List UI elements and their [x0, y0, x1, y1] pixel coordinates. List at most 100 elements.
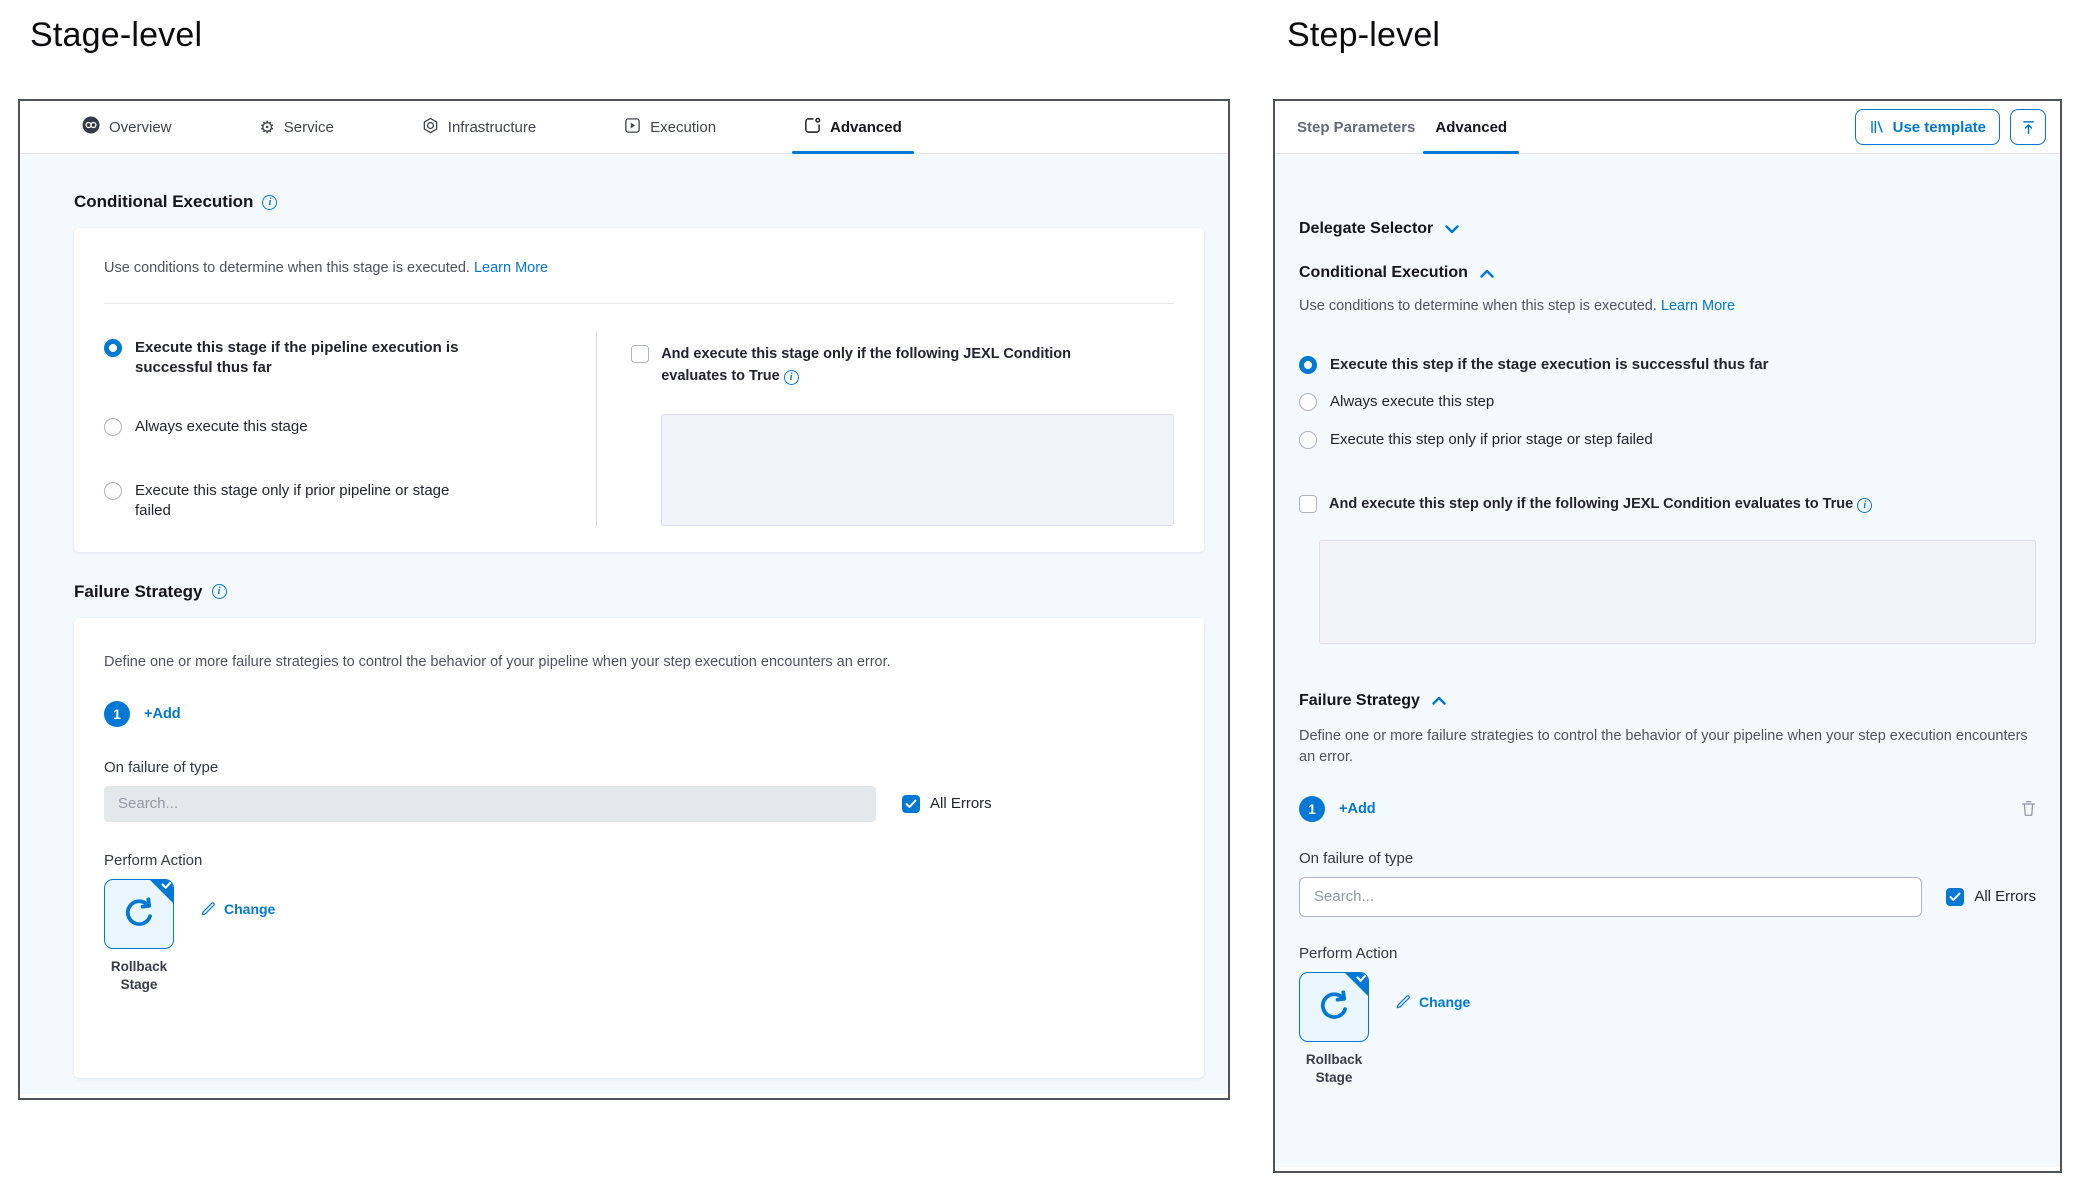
tab-execution[interactable]: Execution: [624, 101, 716, 153]
execution-condition-options: Execute this step if the stage execution…: [1299, 355, 2036, 450]
pencil-icon: [200, 901, 216, 917]
change-action-button[interactable]: Change: [200, 901, 275, 917]
failure-strategy-heading[interactable]: Failure Strategy: [1299, 692, 2036, 710]
tab-advanced[interactable]: Advanced: [804, 101, 902, 153]
description-text: Use conditions to determine when this st…: [1299, 298, 1657, 314]
conditional-execution-heading[interactable]: Conditional Execution: [1299, 264, 2036, 282]
all-errors-option[interactable]: All Errors: [1946, 887, 2036, 906]
on-failure-of-type-label: On failure of type: [104, 759, 1174, 776]
radio-label: Execute this step if the stage execution…: [1330, 355, 1768, 375]
radio-option-prior-failed[interactable]: Execute this step only if prior stage or…: [1299, 430, 2036, 450]
all-errors-checkbox[interactable]: [1946, 888, 1964, 906]
delegate-selector-heading[interactable]: Delegate Selector: [1299, 220, 2036, 238]
radio-option-prior-failed[interactable]: Execute this stage only if prior pipelin…: [104, 481, 596, 522]
failure-strategy-card: Define one or more failure strategies to…: [74, 618, 1204, 1078]
use-template-label: Use template: [1893, 119, 1986, 136]
tab-infrastructure[interactable]: Infrastructure: [422, 101, 536, 153]
failure-strategy-heading: Failure Strategy i: [74, 582, 1204, 602]
radio-icon: [1299, 356, 1317, 374]
info-icon[interactable]: i: [262, 195, 277, 210]
add-strategy-button[interactable]: +Add: [144, 706, 181, 722]
jexl-condition-input[interactable]: [661, 414, 1174, 526]
learn-more-link[interactable]: Learn More: [474, 260, 548, 276]
rollback-stage-action-card[interactable]: [1299, 972, 1369, 1042]
conditional-execution-description: Use conditions to determine when this st…: [1299, 296, 2036, 317]
jexl-condition-section: And execute this step only if the follow…: [1299, 494, 2036, 516]
failure-strategy-description: Define one or more failure strategies to…: [1299, 726, 2036, 768]
section-title: Conditional Execution: [1299, 264, 1468, 282]
all-errors-option[interactable]: All Errors: [902, 794, 992, 813]
jexl-label-text: And execute this step only if the follow…: [1329, 496, 1853, 512]
perform-action-label: Perform Action: [104, 852, 1174, 869]
radio-icon: [104, 339, 122, 357]
use-template-button[interactable]: Use template: [1855, 109, 2000, 145]
jexl-condition-input[interactable]: [1319, 540, 2036, 644]
radio-option-always-execute[interactable]: Always execute this step: [1299, 392, 2036, 412]
change-action-button[interactable]: Change: [1395, 994, 1470, 1010]
stage-tab-bar: Overview ⚙ Service Infrastructure Execut…: [20, 101, 1228, 154]
stage-advanced-content: Conditional Execution i Use conditions t…: [20, 154, 1228, 1094]
stage-level-title: Stage-level: [30, 16, 202, 55]
tab-service[interactable]: ⚙ Service: [260, 101, 334, 153]
tab-label: Advanced: [1435, 119, 1507, 136]
tab-label: Service: [284, 119, 334, 136]
pencil-icon: [1395, 994, 1411, 1010]
info-icon[interactable]: i: [212, 584, 227, 599]
radio-icon: [1299, 431, 1317, 449]
jexl-condition-checkbox[interactable]: [631, 345, 649, 363]
tab-advanced[interactable]: Advanced: [1435, 101, 1507, 153]
all-errors-label: All Errors: [930, 795, 992, 812]
info-icon[interactable]: i: [784, 370, 799, 385]
radio-option-always-execute[interactable]: Always execute this stage: [104, 417, 596, 437]
library-icon: [1869, 119, 1885, 135]
selected-check-icon: [1344, 972, 1369, 997]
conditional-execution-description: Use conditions to determine when this st…: [104, 258, 1174, 279]
stage-level-panel: Overview ⚙ Service Infrastructure Execut…: [18, 99, 1230, 1100]
tab-label: Overview: [109, 119, 172, 136]
section-title: Failure Strategy: [74, 582, 203, 602]
play-square-icon: [624, 117, 641, 138]
tab-overview[interactable]: Overview: [82, 101, 172, 153]
tab-label: Execution: [650, 119, 716, 136]
execution-condition-options: Execute this stage if the pipeline execu…: [104, 332, 596, 526]
all-errors-checkbox[interactable]: [902, 795, 920, 813]
chevron-down-icon: [1445, 225, 1459, 234]
save-as-template-button[interactable]: [2010, 109, 2046, 145]
jexl-condition-label: And execute this stage only if the follo…: [661, 344, 1081, 388]
learn-more-link[interactable]: Learn More: [1661, 298, 1735, 314]
overview-icon: [82, 116, 100, 138]
jexl-condition-checkbox[interactable]: [1299, 495, 1317, 513]
action-name: Rollback Stage: [104, 958, 174, 996]
info-icon[interactable]: i: [1857, 498, 1872, 513]
selected-check-icon: [149, 879, 174, 904]
failure-strategy-description: Define one or more failure strategies to…: [104, 652, 1174, 673]
tab-label: Infrastructure: [448, 119, 536, 136]
all-errors-label: All Errors: [1974, 888, 2036, 905]
description-text: Use conditions to determine when this st…: [104, 260, 470, 276]
conditional-execution-heading: Conditional Execution i: [74, 192, 1204, 212]
step-tab-bar: Step Parameters Advanced Use template: [1275, 101, 2060, 154]
upload-icon: [2020, 119, 2037, 136]
section-title: Failure Strategy: [1299, 692, 1420, 710]
tab-label: Step Parameters: [1297, 119, 1415, 136]
change-label: Change: [1419, 994, 1470, 1010]
radio-label: Execute this stage if the pipeline execu…: [135, 338, 465, 379]
radio-option-stage-successful[interactable]: Execute this step if the stage execution…: [1299, 355, 2036, 375]
rollback-stage-action-card[interactable]: [104, 879, 174, 949]
advanced-icon: [804, 117, 821, 138]
failure-type-search-input[interactable]: [1299, 877, 1922, 917]
tab-step-parameters[interactable]: Step Parameters: [1297, 101, 1415, 153]
failure-type-search-input[interactable]: [104, 786, 876, 822]
radio-label: Execute this step only if prior stage or…: [1330, 430, 1653, 450]
step-advanced-content: Delegate Selector Conditional Execution …: [1275, 154, 2060, 1167]
section-title: Delegate Selector: [1299, 220, 1433, 238]
strategy-badge[interactable]: 1: [104, 701, 130, 727]
radio-option-pipeline-successful[interactable]: Execute this stage if the pipeline execu…: [104, 338, 596, 379]
delete-strategy-button[interactable]: [2021, 800, 2036, 817]
trash-icon: [2021, 800, 2036, 817]
jexl-condition-section: And execute this stage only if the follo…: [596, 332, 1174, 526]
hexagon-icon: [422, 117, 439, 138]
strategy-badge[interactable]: 1: [1299, 796, 1325, 822]
radio-icon: [1299, 393, 1317, 411]
add-strategy-button[interactable]: +Add: [1339, 801, 1376, 817]
